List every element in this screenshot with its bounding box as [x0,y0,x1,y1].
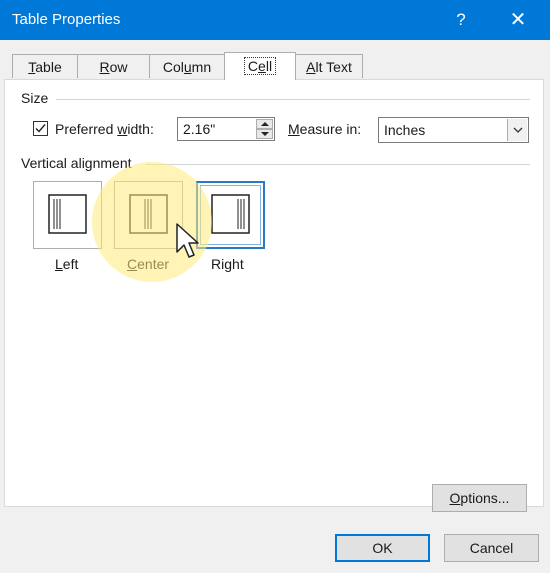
ok-button[interactable]: OK [335,534,430,562]
tab-cell-label: Cell [243,57,277,75]
align-bottom-icon [211,194,250,234]
measure-in-value: Inches [384,122,426,138]
tab-column-rest: mn [191,59,212,75]
preferred-width-checkbox[interactable] [33,121,48,136]
options-button[interactable]: Options... [432,484,527,512]
tab-cell-accel: e [258,58,266,74]
mouse-pointer-icon [176,223,199,258]
spin-down-icon [261,132,269,136]
tab-alt-text-accel: A [306,59,316,75]
spin-down-button[interactable] [256,129,273,139]
tab-alt-text-rest: lt Text [315,59,352,75]
checkmark-icon [35,124,46,133]
measure-in-select[interactable]: Inches [378,117,529,143]
size-group-divider [56,99,530,100]
tab-alt-text[interactable]: Alt Text [295,54,363,78]
tab-table[interactable]: Table [12,54,78,78]
close-button[interactable]: ✕ [498,0,538,40]
tab-row-rest: ow [109,59,128,75]
title-bar: Table Properties ? ✕ [0,0,550,40]
chevron-down-icon [513,127,523,133]
vertical-alignment-divider [146,164,530,165]
tab-column-accel: u [183,59,192,75]
vertical-alignment-group-title: Vertical alignment [21,155,132,171]
spin-up-button[interactable] [256,119,273,129]
tab-column[interactable]: Column [149,54,225,78]
size-group-title: Size [21,90,49,106]
tab-row-accel: R [99,59,110,75]
tab-panel-cell [4,79,544,507]
tab-column-pre: Col [162,59,184,75]
help-button[interactable]: ? [447,0,475,40]
dialog-title: Table Properties [12,11,121,28]
align-left-label: Left [55,256,79,272]
dropdown-button[interactable] [507,119,527,141]
align-top-icon [48,194,87,234]
align-right-label: Right [211,256,244,272]
measure-in-label: Measure in: [288,121,362,137]
width-spin-buttons [256,119,273,139]
cancel-button[interactable]: Cancel [444,534,539,562]
spin-up-icon [261,122,269,126]
tab-cell[interactable]: Cell [224,52,296,80]
preferred-width-label: Preferred width: [55,121,154,137]
tab-table-rest: able [35,59,62,75]
width-spinner[interactable]: 2.16" [177,117,275,141]
tab-row[interactable]: Row [77,54,150,78]
width-value: 2.16" [183,121,216,137]
